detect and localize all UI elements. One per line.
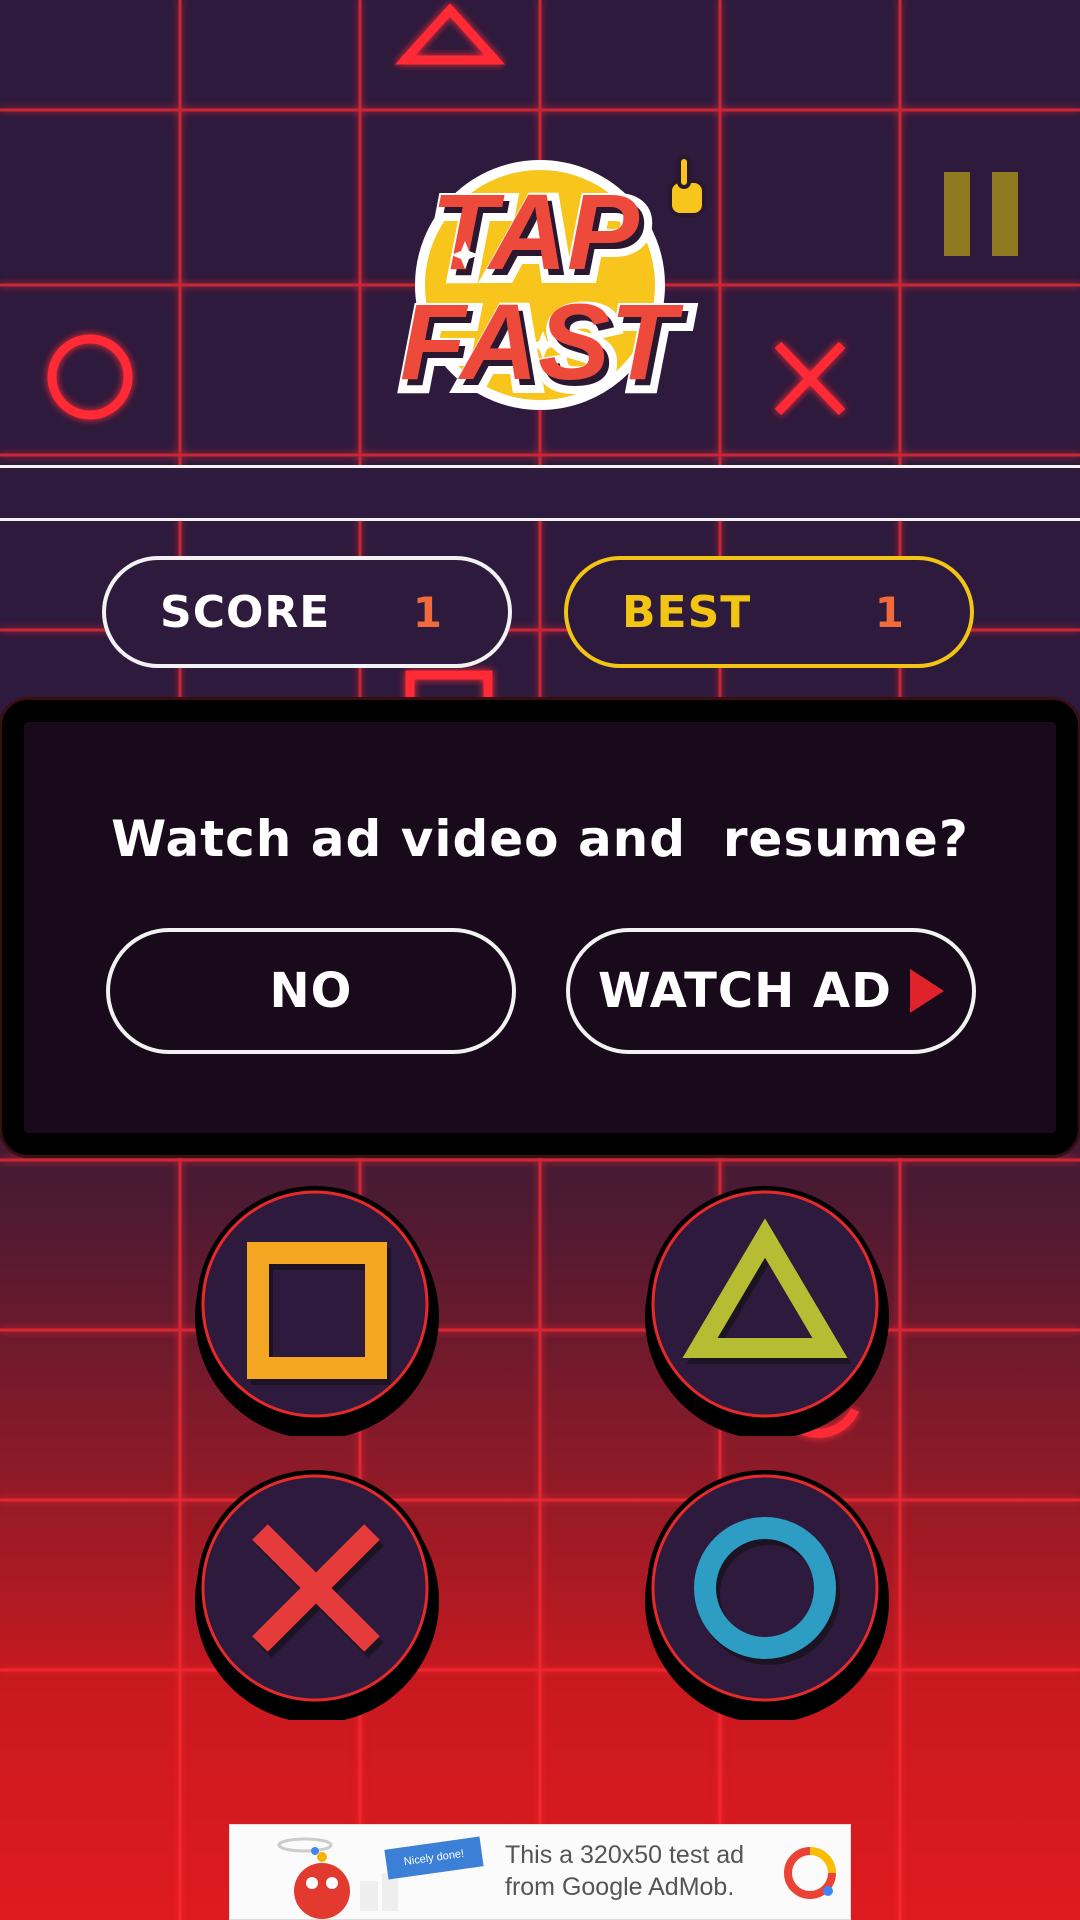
score-pill: SCORE 1	[102, 556, 512, 668]
tap-fast-logo: TAP TAP FAST FAST	[345, 145, 735, 435]
ad-banner[interactable]: Nicely done! This a 320x50 test ad from …	[229, 1824, 851, 1920]
square-button[interactable]	[190, 1186, 440, 1436]
pause-icon-bar	[992, 172, 1018, 256]
bg-circle-shape	[47, 334, 133, 420]
no-button[interactable]: NO	[106, 928, 516, 1054]
pointing-hand-icon	[668, 155, 706, 217]
score-label: SCORE	[160, 586, 331, 638]
watch-ad-label: WATCH AD	[597, 963, 893, 1019]
cross-button[interactable]	[190, 1470, 440, 1720]
best-label: BEST	[622, 586, 752, 638]
no-button-label: NO	[269, 963, 353, 1019]
watch-ad-button[interactable]: WATCH AD	[566, 928, 976, 1054]
pause-icon	[944, 172, 970, 256]
dialog-question: Watch ad video and resume?	[111, 810, 969, 868]
admob-logo-icon	[784, 1847, 836, 1899]
play-icon	[910, 969, 945, 1013]
score-value: 1	[412, 587, 442, 637]
game-screen: TAP TAP FAST FAST SCORE 1 BEST 1	[0, 0, 1080, 1920]
progress-bar-track	[0, 465, 1080, 521]
best-value: 1	[874, 587, 904, 637]
logo-line1: TAP	[431, 171, 640, 292]
circle-button[interactable]	[640, 1470, 890, 1720]
resume-dialog: Watch ad video and resume? NO WATCH AD	[2, 700, 1078, 1155]
triangle-button[interactable]	[640, 1186, 890, 1436]
best-pill: BEST 1	[564, 556, 974, 668]
pause-button[interactable]	[944, 172, 1018, 256]
bg-triangle-shape	[394, 3, 506, 65]
ad-text: This a 320x50 test ad from Google AdMob.	[505, 1841, 745, 1901]
